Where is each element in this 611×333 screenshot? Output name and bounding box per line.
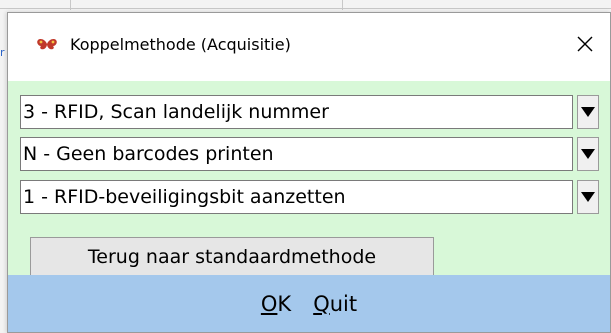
quit-button[interactable]: Quit bbox=[313, 290, 357, 318]
reset-to-default-button[interactable]: Terug naar standaardmethode bbox=[30, 237, 434, 277]
triangle-down-icon bbox=[581, 149, 595, 159]
koppelmethode-select-value[interactable]: 3 - RFID, Scan landelijk nummer bbox=[20, 95, 573, 129]
dropdown-arrow-button[interactable] bbox=[577, 95, 599, 129]
close-icon bbox=[577, 36, 593, 52]
title-bar[interactable]: Koppelmethode (Acquisitie) bbox=[8, 13, 610, 81]
triangle-down-icon bbox=[581, 107, 595, 117]
background-divider bbox=[0, 8, 611, 9]
koppelmethode-dialog: Koppelmethode (Acquisitie) 3 - RFID, Sca… bbox=[7, 12, 611, 333]
quit-mnemonic: Q bbox=[313, 291, 330, 316]
butterfly-logo-icon bbox=[37, 39, 57, 50]
dropdown-arrow-button[interactable] bbox=[577, 137, 599, 171]
dialog-content: 3 - RFID, Scan landelijk nummer N - Geen… bbox=[8, 81, 610, 277]
background-column-divider bbox=[342, 0, 343, 10]
dialog-footer: OK Quit bbox=[8, 275, 610, 332]
barcode-dropdown[interactable]: N - Geen barcodes printen bbox=[20, 137, 599, 171]
security-bit-select-value[interactable]: 1 - RFID-beveiligingsbit aanzetten bbox=[20, 180, 573, 214]
dropdown-arrow-button[interactable] bbox=[577, 180, 599, 214]
ok-label-rest: K bbox=[277, 291, 292, 316]
background-edge-mark: r bbox=[0, 46, 5, 59]
triangle-down-icon bbox=[581, 192, 595, 202]
close-button[interactable] bbox=[568, 27, 602, 61]
ok-button[interactable]: OK bbox=[261, 290, 291, 318]
window-title: Koppelmethode (Acquisitie) bbox=[70, 35, 291, 54]
quit-label-rest: uit bbox=[329, 291, 358, 316]
security-bit-dropdown[interactable]: 1 - RFID-beveiligingsbit aanzetten bbox=[20, 180, 599, 214]
background-column-divider bbox=[70, 0, 71, 10]
ok-mnemonic: O bbox=[260, 291, 278, 316]
koppelmethode-dropdown[interactable]: 3 - RFID, Scan landelijk nummer bbox=[20, 95, 599, 129]
barcode-select-value[interactable]: N - Geen barcodes printen bbox=[20, 137, 573, 171]
